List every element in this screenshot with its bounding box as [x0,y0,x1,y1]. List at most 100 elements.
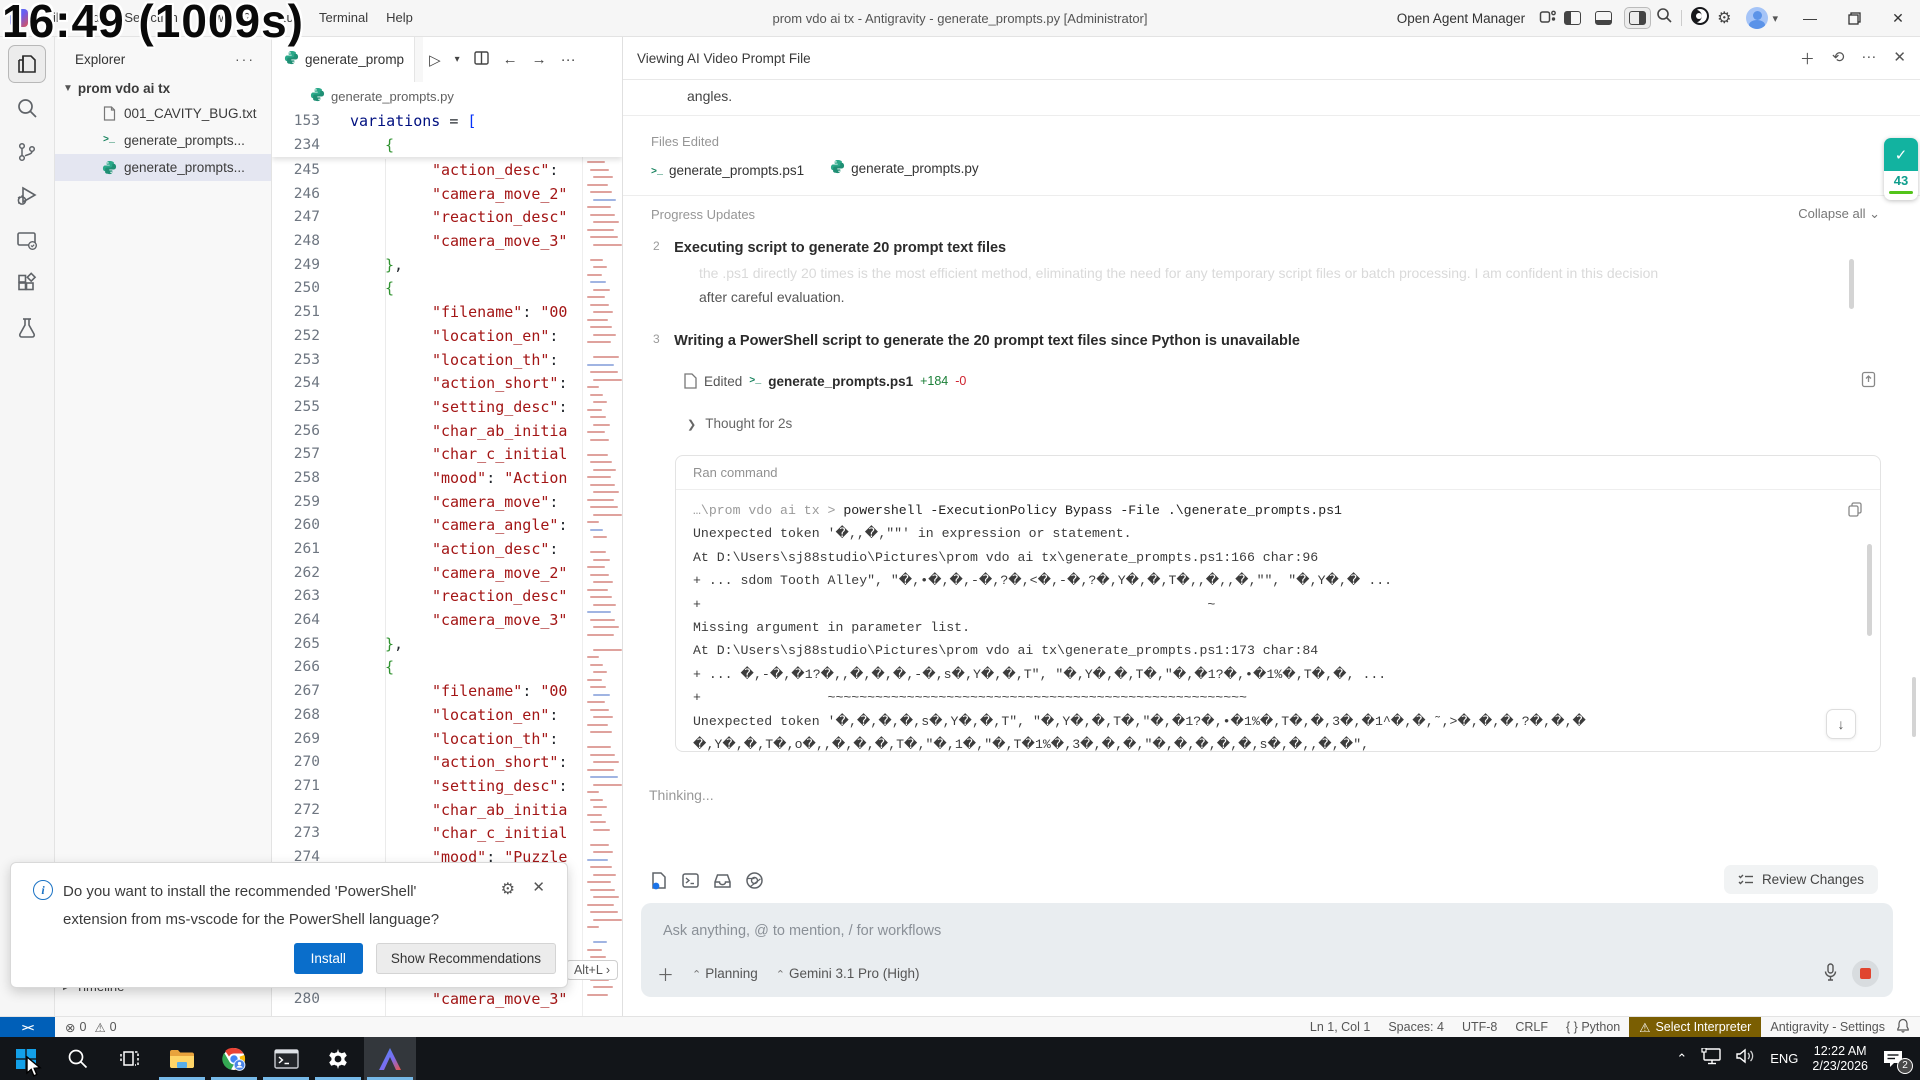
menu-selection[interactable]: Selection [115,0,186,36]
progress-item-3[interactable]: 3 Writing a PowerShell script to generat… [653,332,1833,350]
extensions-icon[interactable] [8,265,46,303]
scrollbar-thumb[interactable] [1867,544,1872,636]
layout-grid-icon[interactable] [1539,8,1557,29]
scroll-to-bottom-button[interactable]: ↓ [1826,709,1856,739]
notification-settings-icon[interactable]: ⚙ [501,879,515,899]
open-diff-icon[interactable] [1861,371,1876,393]
review-changes-button[interactable]: Review Changes [1724,865,1878,894]
explorer-icon[interactable] [8,45,46,83]
select-interpreter-button[interactable]: ⚠Select Interpreter [1629,1017,1761,1038]
taskbar-terminal-button[interactable] [260,1037,312,1080]
add-context-icon[interactable]: ＋ [657,961,674,986]
search-icon[interactable] [1656,7,1673,29]
taskbar-settings-button[interactable] [312,1037,364,1080]
mic-icon[interactable] [1823,963,1838,985]
thought-row[interactable]: ❯Thought for 2s [687,416,792,431]
run-options-chevron-icon[interactable]: ▾ [455,54,460,65]
user-avatar[interactable] [1746,7,1768,29]
panel-scrollbar-thumb[interactable] [1912,677,1916,737]
chat-input-box[interactable]: Ask anything, @ to mention, / for workfl… [641,903,1893,997]
menu-file[interactable]: File [36,0,75,36]
encoding-status[interactable]: UTF-8 [1453,1020,1506,1034]
menu-run[interactable]: Run [268,0,310,36]
network-icon[interactable] [1701,1048,1722,1070]
breadcrumb[interactable]: generate_prompts.py [272,82,622,110]
settings-gear-icon[interactable]: ⚙ [1717,8,1731,28]
editor-more-icon[interactable]: ··· [561,51,576,68]
new-conversation-icon[interactable]: ＋ [1800,48,1815,69]
scrollbar-thumb[interactable] [1849,259,1854,309]
menu-edit[interactable]: Edit [75,0,115,36]
file-item-ps1[interactable]: >_generate_prompts... [55,127,271,154]
restore-button[interactable] [1832,0,1876,36]
panel-more-icon[interactable]: ··· [1861,48,1876,69]
split-editor-icon[interactable] [474,51,489,69]
file-item-txt[interactable]: 001_CAVITY_BUG.txt [55,100,271,127]
indentation-status[interactable]: Spaces: 4 [1379,1020,1453,1034]
open-agent-manager-button[interactable]: Open Agent Manager [1397,11,1525,26]
volume-icon[interactable] [1736,1048,1756,1069]
menu-go[interactable]: Go [233,0,268,36]
nav-back-icon[interactable]: ← [503,51,518,68]
show-hidden-icons[interactable]: ⌃ [1676,1051,1687,1067]
account-chevron-down-icon[interactable]: ▾ [1772,12,1778,25]
modified-file-icon[interactable] [649,871,668,895]
explorer-more-icon[interactable]: ··· [235,51,255,67]
show-recommendations-button[interactable]: Show Recommendations [376,943,556,974]
edited-file-chip[interactable]: generate_prompts.py [830,159,979,177]
testing-icon[interactable] [8,309,46,347]
extension-overlay-widget[interactable]: ✓ 43 [1884,138,1918,200]
problems-status[interactable]: ⊗0 ⚠0 [65,1020,117,1035]
terminal-chip-icon[interactable] [681,871,700,895]
minimap[interactable] [582,110,622,1016]
history-icon[interactable]: ⟲ [1832,48,1845,69]
search-icon[interactable] [8,89,46,127]
edited-file-row[interactable]: Edited >_ generate_prompts.ps1 +184 -0 [683,373,966,389]
notification-close-icon[interactable]: ✕ [532,878,545,896]
run-debug-icon[interactable] [8,177,46,215]
code-text: "location_th": [432,349,558,373]
browser-profile-icon[interactable] [1690,6,1710,31]
progress-item-2[interactable]: 2 Executing script to generate 20 prompt… [653,239,1833,257]
menu-help[interactable]: Help [377,0,422,36]
menu-view[interactable]: View [187,0,233,36]
eol-status[interactable]: CRLF [1506,1020,1557,1034]
clock[interactable]: 12:22 AM2/23/2026 [1812,1044,1868,1074]
minimize-button[interactable]: — [1788,0,1832,36]
notification-center-icon[interactable]: 2 [1882,1049,1906,1069]
panel-close-icon[interactable]: ✕ [1893,48,1906,69]
remote-explorer-icon[interactable] [8,221,46,259]
taskbar-explorer-button[interactable] [156,1037,208,1080]
remote-indicator[interactable]: >< [0,1017,55,1038]
taskbar-antigravity-button[interactable] [364,1037,416,1080]
taskbar-taskview-button[interactable] [104,1037,156,1080]
model-selector[interactable]: ⌃Gemini 3.1 Pro (High) [776,966,920,981]
taskbar-search-button[interactable] [52,1037,104,1080]
notifications-bell-icon[interactable] [1896,1018,1910,1036]
edited-file-chip[interactable]: >_generate_prompts.ps1 [651,162,804,178]
install-button[interactable]: Install [294,943,363,974]
toggle-right-panel-icon[interactable] [1624,7,1651,29]
nav-forward-icon[interactable]: → [532,51,547,68]
stop-generation-button[interactable] [1852,960,1879,987]
menu-terminal[interactable]: Terminal [310,0,377,36]
language-indicator[interactable]: ENG [1770,1051,1798,1066]
taskbar-chrome-button[interactable] [208,1037,260,1080]
source-control-icon[interactable] [8,133,46,171]
language-mode[interactable]: { } Python [1557,1020,1629,1034]
collapse-all-button[interactable]: Collapse all ⌄ [1798,206,1880,222]
run-python-file-icon[interactable]: ▷ [429,51,441,69]
mode-selector[interactable]: ⌃Planning [692,966,758,981]
tab-generate-prompts-py[interactable]: generate_promp [272,37,415,82]
file-item-py[interactable]: generate_prompts... [55,154,271,181]
close-button[interactable]: ✕ [1876,0,1920,36]
toggle-left-panel-icon[interactable] [1564,11,1581,25]
cursor-position[interactable]: Ln 1, Col 1 [1301,1020,1379,1034]
copy-icon[interactable] [1848,502,1862,522]
chat-shortcut-hint[interactable]: Alt+L › [566,960,618,980]
browser-icon[interactable] [745,871,764,895]
workspace-folder[interactable]: ▼ prom vdo ai tx [55,77,271,100]
toggle-bottom-panel-icon[interactable] [1595,11,1612,25]
inbox-icon[interactable] [713,871,732,895]
settings-status[interactable]: Antigravity - Settings [1761,1020,1894,1034]
